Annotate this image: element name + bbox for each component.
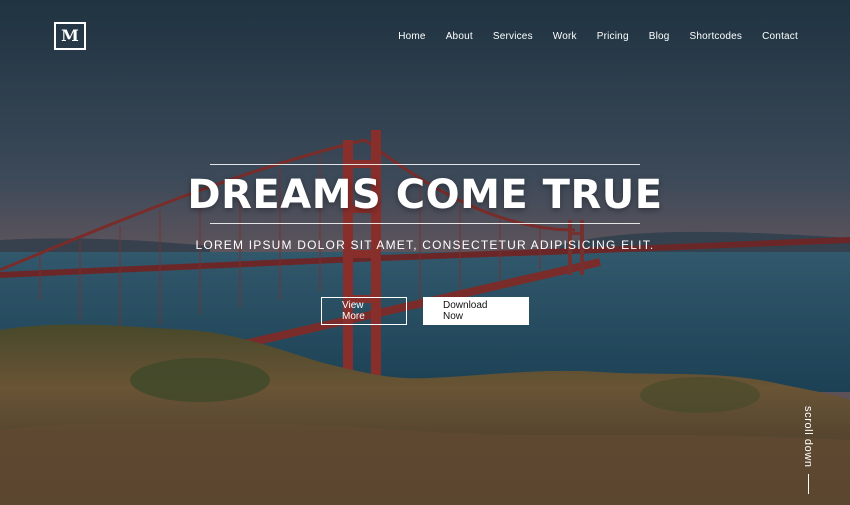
hero-title: DREAMS COME TRUE	[187, 172, 663, 218]
nav-about[interactable]: About	[446, 31, 473, 42]
brand-logo[interactable]: M	[54, 22, 86, 50]
hero-content: DREAMS COME TRUE LOREM IPSUM DOLOR SIT A…	[0, 164, 850, 325]
scroll-down-indicator[interactable]: scroll down	[802, 406, 814, 494]
hero-section: M Home About Services Work Pricing Blog …	[0, 0, 850, 505]
title-top-divider	[210, 164, 640, 165]
nav-home[interactable]: Home	[398, 31, 425, 42]
hero-subtitle: LOREM IPSUM DOLOR SIT AMET, CONSECTETUR …	[195, 238, 655, 252]
nav-services[interactable]: Services	[493, 31, 533, 42]
scroll-down-line	[807, 473, 809, 494]
title-bottom-divider	[210, 223, 640, 224]
download-now-button[interactable]: Download Now	[423, 297, 529, 325]
brand-logo-text: M	[61, 26, 79, 45]
scroll-down-label: scroll down	[802, 406, 814, 468]
hero-buttons: View More Download Now	[321, 297, 529, 325]
nav-work[interactable]: Work	[553, 31, 577, 42]
top-navigation: M Home About Services Work Pricing Blog …	[54, 22, 798, 50]
nav-blog[interactable]: Blog	[649, 31, 670, 42]
nav-pricing[interactable]: Pricing	[597, 31, 629, 42]
nav-shortcodes[interactable]: Shortcodes	[690, 31, 743, 42]
nav-contact[interactable]: Contact	[762, 31, 798, 42]
view-more-button[interactable]: View More	[321, 297, 407, 325]
main-menu: Home About Services Work Pricing Blog Sh…	[398, 31, 798, 42]
